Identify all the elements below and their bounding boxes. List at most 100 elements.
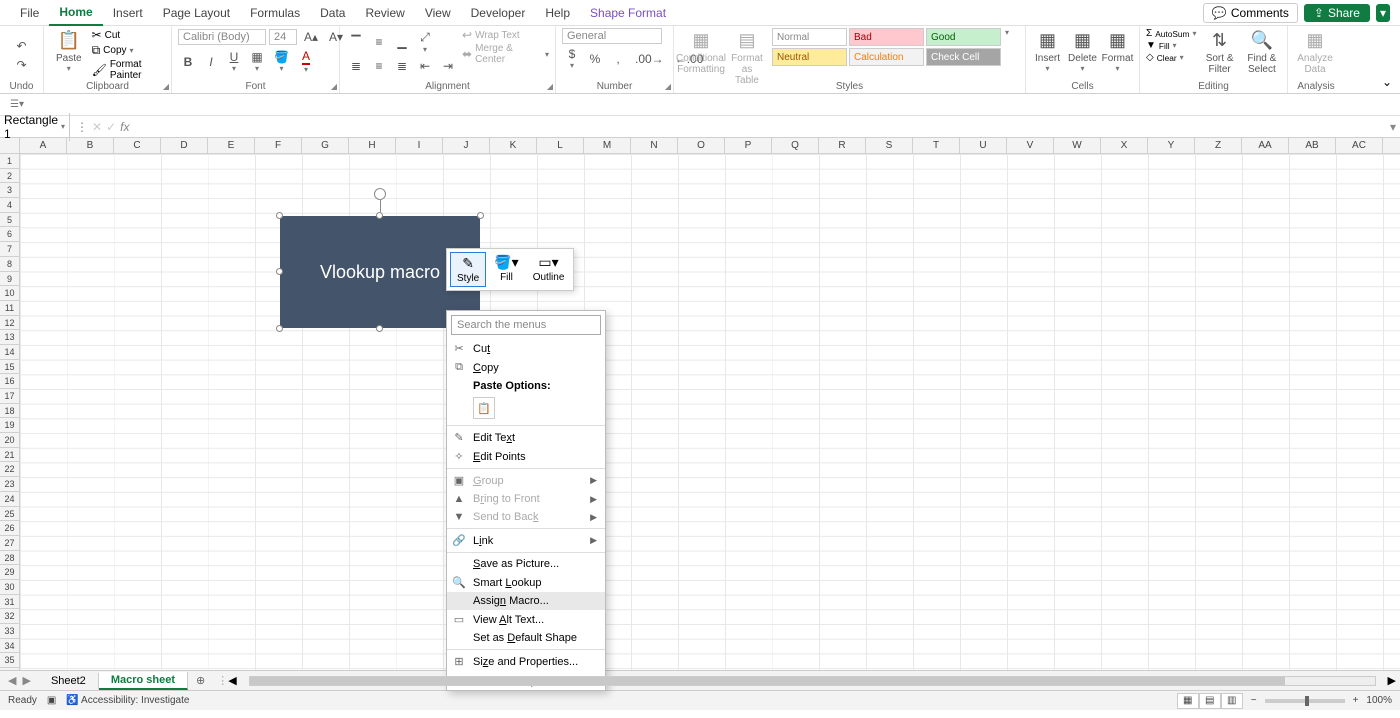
copy-button[interactable]: ⧉Copy▾ [92,43,165,58]
row-header-29[interactable]: 29 [0,565,19,580]
macro-record-icon[interactable]: ▣ [47,695,56,706]
add-sheet-button[interactable]: ⊕ [188,674,213,687]
enter-formula-button[interactable]: ✓ [106,120,116,134]
row-header-17[interactable]: 17 [0,389,19,404]
ctx-paste-button[interactable]: 📋 [473,397,495,419]
clipboard-launcher[interactable]: ◢ [163,82,169,91]
row-header-22[interactable]: 22 [0,462,19,477]
sheet-tab-sheet2[interactable]: Sheet2 [39,673,99,689]
row-header-25[interactable]: 25 [0,507,19,522]
col-header-D[interactable]: D [161,138,208,153]
formula-expand[interactable]: ▾ [1386,120,1400,134]
increase-font-button[interactable]: A▴ [300,28,322,46]
row-header-28[interactable]: 28 [0,551,19,566]
underline-button[interactable]: U▾ [224,48,244,75]
ctx-size-properties[interactable]: ⊞Size and Properties... [447,652,605,671]
row-header-13[interactable]: 13 [0,330,19,345]
tab-help[interactable]: Help [535,1,580,25]
row-header-10[interactable]: 10 [0,286,19,301]
styles-more[interactable]: ▾ [1005,28,1009,37]
col-header-X[interactable]: X [1101,138,1148,153]
alignment-launcher[interactable]: ◢ [547,82,553,91]
redo-button[interactable]: ↷ [12,56,32,74]
col-header-F[interactable]: F [255,138,302,153]
style-neutral[interactable]: Neutral [772,48,847,66]
row-header-24[interactable]: 24 [0,492,19,507]
tab-review[interactable]: Review [355,1,414,25]
font-launcher[interactable]: ◢ [331,82,337,91]
row-header-35[interactable]: 35 [0,653,19,668]
col-header-H[interactable]: H [349,138,396,153]
tab-data[interactable]: Data [310,1,355,25]
row-header-6[interactable]: 6 [0,227,19,242]
sheet-prev[interactable]: ◀ [8,674,16,687]
row-header-19[interactable]: 19 [0,418,19,433]
ribbon-collapse-button[interactable]: ⌄ [1374,71,1400,93]
accessibility-status[interactable]: ♿ Accessibility: Investigate [66,695,189,706]
view-page-break-button[interactable]: ▥ [1221,693,1243,709]
col-header-C[interactable]: C [114,138,161,153]
tab-file[interactable]: File [10,1,49,25]
format-as-table-button[interactable]: ▤Format as Table [726,28,768,88]
row-header-34[interactable]: 34 [0,639,19,654]
font-name-select[interactable] [178,29,266,45]
row-header-12[interactable]: 12 [0,316,19,331]
col-header-N[interactable]: N [631,138,678,153]
style-bad[interactable]: Bad [849,28,924,46]
select-all-corner[interactable] [0,138,20,153]
zoom-thumb[interactable] [1305,696,1309,706]
row-header-18[interactable]: 18 [0,404,19,419]
row-header-30[interactable]: 30 [0,580,19,595]
quick-access-icon[interactable]: ☰▾ [10,99,24,110]
ctx-copy[interactable]: ⧉Copy [447,358,605,377]
col-header-V[interactable]: V [1007,138,1054,153]
zoom-slider[interactable] [1265,699,1345,703]
paste-button[interactable]: 📋Paste▾ [50,28,88,75]
autosum-button[interactable]: ΣAutoSum▾ [1146,28,1196,39]
row-header-21[interactable]: 21 [0,448,19,463]
row-header-5[interactable]: 5 [0,213,19,228]
cancel-formula-button[interactable]: ✕ [92,120,102,134]
ctx-link[interactable]: 🔗Link▶ [447,531,605,550]
view-normal-button[interactable]: ▦ [1177,693,1199,709]
row-header-1[interactable]: 1 [0,154,19,169]
cells-delete-button[interactable]: ▦Delete▾ [1067,28,1098,75]
row-header-33[interactable]: 33 [0,624,19,639]
row-header-16[interactable]: 16 [0,374,19,389]
ctx-cut[interactable]: ✂Cut [447,339,605,358]
cells-insert-button[interactable]: ▦Insert▾ [1032,28,1063,75]
conditional-formatting-button[interactable]: ▦Conditional Formatting [680,28,722,77]
row-header-4[interactable]: 4 [0,198,19,213]
col-header-M[interactable]: M [584,138,631,153]
ctx-set-default[interactable]: Set as Default Shape [447,629,605,647]
align-bottom-button[interactable]: ▁ [392,33,412,51]
hscroll-track[interactable] [249,676,1376,686]
col-header-U[interactable]: U [960,138,1007,153]
row-header-9[interactable]: 9 [0,272,19,287]
sort-filter-button[interactable]: ⇅Sort & Filter [1200,28,1238,77]
font-size-select[interactable] [269,29,297,45]
merge-center-button[interactable]: ⬌Merge & Center▾ [462,43,549,65]
ctx-alt-text[interactable]: ▭View Alt Text... [447,610,605,629]
col-header-L[interactable]: L [537,138,584,153]
align-top-button[interactable]: ▔ [346,33,366,51]
undo-button[interactable]: ↶ [12,37,32,55]
style-good[interactable]: Good [926,28,1001,46]
zoom-level[interactable]: 100% [1366,695,1392,706]
bold-button[interactable]: B [178,53,198,71]
col-header-G[interactable]: G [302,138,349,153]
border-button[interactable]: ▦▾ [247,48,267,75]
resize-handle-bl[interactable] [276,325,283,332]
number-launcher[interactable]: ◢ [665,82,671,91]
resize-handle-tm[interactable] [376,212,383,219]
style-calculation[interactable]: Calculation [849,48,924,66]
col-header-B[interactable]: B [67,138,114,153]
hscroll-left[interactable]: ◀ [228,674,236,687]
format-painter-button[interactable]: 🖌Format Painter [92,59,165,81]
row-header-32[interactable]: 32 [0,609,19,624]
accounting-format-button[interactable]: $▾ [562,45,582,72]
zoom-in-button[interactable]: + [1353,695,1359,706]
col-header-AC[interactable]: AC [1336,138,1383,153]
percent-format-button[interactable]: % [585,50,605,68]
ctx-edit-text[interactable]: ✎Edit Text [447,428,605,447]
